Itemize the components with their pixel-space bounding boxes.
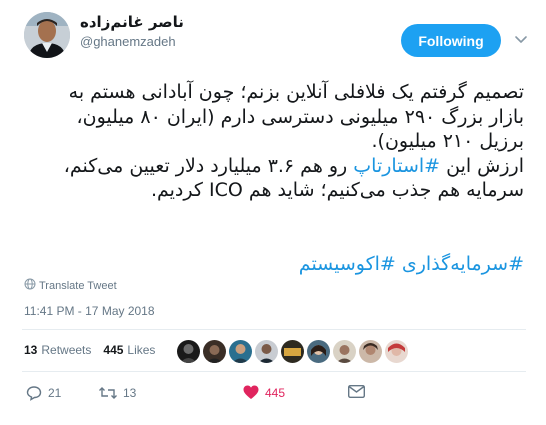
like-count: 445 bbox=[265, 385, 286, 400]
reply-count: 21 bbox=[48, 386, 62, 400]
divider bbox=[22, 371, 526, 372]
tweet-line: ارزش این #استارتاپ رو هم ۳.۶ میلیارد دلا… bbox=[22, 154, 524, 179]
liker-avatar[interactable] bbox=[385, 340, 408, 363]
tweet-stats: 13 Retweets 445 Likes bbox=[24, 343, 167, 357]
envelope-icon bbox=[348, 385, 365, 398]
translate-tweet-link[interactable]: Translate Tweet bbox=[24, 278, 117, 293]
likes-stat[interactable]: 445 Likes bbox=[103, 343, 155, 357]
author-name[interactable]: ناصر غانم‌زاده bbox=[80, 13, 184, 31]
tweet-line: سرمایه هم جذب می‌کنیم؛ شاید هم ICO کردیم… bbox=[150, 179, 524, 201]
liker-avatar[interactable] bbox=[255, 340, 278, 363]
tweet-line: بازار بزرگ ۲۹۰ میلیونی دسترسی دارم (ایرا… bbox=[76, 105, 524, 128]
liker-avatars bbox=[177, 340, 408, 363]
retweets-count: 13 bbox=[24, 343, 38, 357]
retweets-label: Retweets bbox=[41, 343, 92, 357]
divider bbox=[22, 329, 526, 330]
liker-avatar[interactable] bbox=[229, 340, 252, 363]
author-avatar[interactable] bbox=[24, 12, 70, 58]
hashtags-link[interactable]: #سرمایه‌گذاری #اکوسیستم bbox=[22, 252, 524, 276]
liker-avatar[interactable] bbox=[177, 340, 200, 363]
tweet-text: تصمیم گرفتم یک فلافلی آنلاین بزنم؛ چون آ… bbox=[22, 80, 524, 203]
tweet-line: برزیل ۲۱۰ میلیون). bbox=[371, 130, 525, 152]
liker-avatar[interactable] bbox=[281, 340, 304, 363]
heart-icon bbox=[243, 385, 259, 400]
direct-message-button[interactable] bbox=[348, 385, 365, 398]
likes-label: Likes bbox=[127, 343, 156, 357]
liker-avatar[interactable] bbox=[359, 340, 382, 363]
tweet-line-pre: ارزش این bbox=[440, 154, 524, 177]
likes-count: 445 bbox=[103, 343, 124, 357]
author-handle[interactable]: @ghanemzadeh bbox=[80, 34, 176, 49]
retweet-button[interactable]: 13 bbox=[99, 385, 136, 401]
globe-icon bbox=[24, 278, 36, 293]
liker-avatar[interactable] bbox=[203, 340, 226, 363]
retweet-count: 13 bbox=[123, 386, 137, 400]
tweet-line: تصمیم گرفتم یک فلافلی آنلاین بزنم؛ چون آ… bbox=[68, 81, 524, 103]
hashtag-link[interactable]: #استارتاپ bbox=[353, 155, 440, 177]
chevron-down-icon[interactable] bbox=[513, 31, 529, 47]
retweet-icon bbox=[99, 385, 117, 401]
translate-label: Translate Tweet bbox=[39, 279, 117, 292]
tweet-line-post: رو هم ۳.۶ میلیارد دلار تعیین می‌کنم، bbox=[63, 154, 354, 177]
liker-avatar[interactable] bbox=[307, 340, 330, 363]
reply-icon bbox=[26, 385, 42, 401]
following-button[interactable]: Following bbox=[401, 24, 501, 57]
tweet-timestamp[interactable]: 11:41 PM - 17 May 2018 bbox=[24, 304, 155, 318]
liker-avatar[interactable] bbox=[333, 340, 356, 363]
like-button[interactable]: 445 bbox=[243, 385, 285, 400]
reply-button[interactable]: 21 bbox=[26, 385, 61, 401]
retweets-stat[interactable]: 13 Retweets bbox=[24, 343, 91, 357]
